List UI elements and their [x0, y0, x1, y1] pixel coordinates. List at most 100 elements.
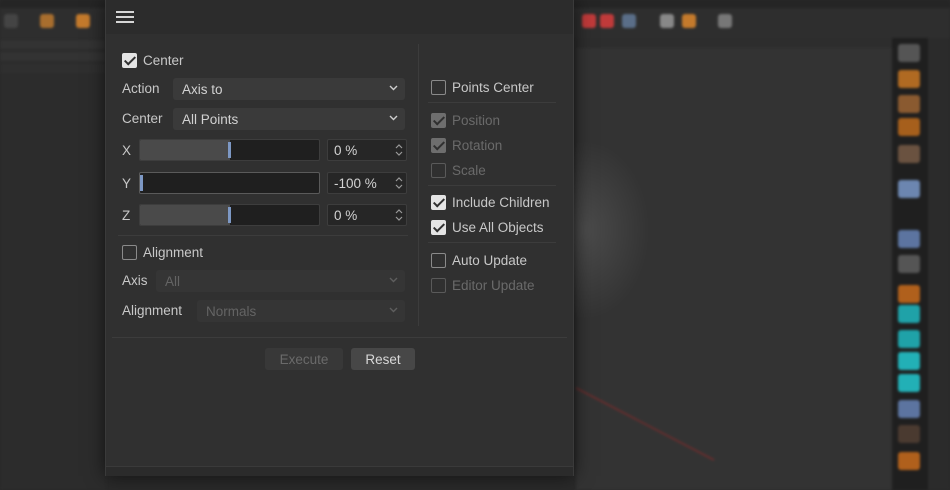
axis-dropdown[interactable]: All — [156, 270, 405, 292]
tool-strip-icon — [898, 95, 920, 113]
editor-update-label: Editor Update — [452, 278, 535, 293]
center-checkbox[interactable] — [122, 53, 137, 68]
option-points-center[interactable]: Points Center — [431, 80, 534, 95]
chevron-down-icon — [389, 307, 398, 313]
tool-strip-icon — [898, 352, 920, 370]
scale-checkbox[interactable] — [431, 163, 446, 178]
scale-label: Scale — [452, 163, 486, 178]
editor-update-checkbox[interactable] — [431, 278, 446, 293]
y-slider-handle[interactable] — [140, 175, 143, 191]
center-checkbox-row[interactable]: Center — [122, 53, 184, 68]
action-label: Action — [122, 81, 160, 96]
chevron-down-icon — [389, 277, 398, 283]
option-scale[interactable]: Scale — [431, 163, 486, 178]
x-value: 0 % — [334, 142, 358, 158]
x-slider-handle[interactable] — [227, 142, 231, 158]
background-left-row — [0, 40, 106, 49]
alignment-checkbox-label: Alignment — [143, 245, 204, 260]
z-label: Z — [122, 208, 131, 223]
rotation-label: Rotation — [452, 138, 503, 153]
axis-row: Axis — [122, 273, 148, 288]
option-position[interactable]: Position — [431, 113, 500, 128]
z-slider-fill — [140, 205, 230, 225]
use-all-objects-checkbox[interactable] — [431, 220, 446, 235]
tool-strip-icon — [898, 425, 920, 443]
tool-strip-icon — [898, 145, 920, 163]
y-label: Y — [122, 176, 132, 191]
background-left-row — [0, 52, 106, 61]
option-use-all-objects[interactable]: Use All Objects — [431, 220, 544, 235]
right-separator — [428, 102, 556, 103]
execute-button[interactable]: Execute — [265, 348, 343, 370]
tool-strip-icon — [898, 180, 920, 198]
z-slider-handle[interactable] — [227, 207, 231, 223]
spinner-arrows-icon[interactable] — [395, 176, 403, 190]
option-rotation[interactable]: Rotation — [431, 138, 502, 153]
y-value-field[interactable]: -100 % — [327, 172, 407, 194]
auto-update-label: Auto Update — [452, 253, 528, 268]
toolbar-icon — [600, 14, 614, 28]
background-left-panel — [0, 38, 106, 490]
position-checkbox[interactable] — [431, 113, 446, 128]
position-label: Position — [452, 113, 501, 128]
x-row: X — [122, 143, 131, 158]
rotation-checkbox[interactable] — [431, 138, 446, 153]
tool-strip-icon — [898, 452, 920, 470]
chevron-down-icon — [389, 85, 398, 91]
column-divider — [418, 44, 419, 326]
y-row: Y — [122, 176, 131, 191]
alignment-mode-label: Alignment — [122, 303, 183, 318]
left-separator — [118, 235, 408, 236]
z-slider[interactable] — [139, 204, 320, 226]
right-separator — [428, 242, 556, 243]
tool-strip-icon — [898, 230, 920, 248]
tool-strip-icon — [898, 285, 920, 303]
footer-separator — [112, 337, 567, 338]
action-dropdown-value: Axis to — [182, 81, 223, 97]
chevron-down-icon — [389, 115, 398, 121]
alignment-mode-dropdown-value: Normals — [206, 303, 257, 319]
toolbar-icon — [40, 14, 54, 28]
tool-strip-icon — [898, 255, 920, 273]
center-mode-dropdown[interactable]: All Points — [173, 108, 405, 130]
use-all-objects-label: Use All Objects — [452, 220, 544, 235]
tool-strip-icon — [898, 330, 920, 348]
x-value-field[interactable]: 0 % — [327, 139, 407, 161]
alignment-checkbox-row[interactable]: Alignment — [122, 245, 203, 260]
right-separator — [428, 185, 556, 186]
toolbar-icon — [582, 14, 596, 28]
alignment-checkbox[interactable] — [122, 245, 137, 260]
auto-update-checkbox[interactable] — [431, 253, 446, 268]
reset-button[interactable]: Reset — [351, 348, 415, 370]
z-value: 0 % — [334, 207, 358, 223]
option-include-children[interactable]: Include Children — [431, 195, 550, 210]
option-auto-update[interactable]: Auto Update — [431, 253, 527, 268]
hamburger-menu-icon[interactable] — [116, 11, 134, 23]
center-mode-row: Center — [122, 111, 163, 126]
alignment-mode-dropdown[interactable]: Normals — [197, 300, 405, 322]
dialog-bottom-bar — [106, 466, 573, 476]
toolbar-icon — [660, 14, 674, 28]
center-checkbox-label: Center — [143, 53, 184, 68]
spinner-arrows-icon[interactable] — [395, 208, 403, 222]
viewport-axis-line — [576, 387, 715, 461]
tool-strip-icon — [898, 44, 920, 62]
x-slider[interactable] — [139, 139, 320, 161]
axis-label: Axis — [122, 273, 148, 288]
y-slider[interactable] — [139, 172, 320, 194]
points-center-checkbox[interactable] — [431, 80, 446, 95]
spinner-arrows-icon[interactable] — [395, 143, 403, 157]
z-value-field[interactable]: 0 % — [327, 204, 407, 226]
action-dropdown[interactable]: Axis to — [173, 78, 405, 100]
center-axis-dialog: Center Action Axis to Center All Points … — [105, 0, 574, 476]
background-right-panel — [928, 38, 950, 490]
y-value: -100 % — [334, 175, 377, 191]
background-left-row — [0, 64, 106, 73]
include-children-checkbox[interactable] — [431, 195, 446, 210]
dialog-titlebar — [106, 0, 573, 34]
option-editor-update[interactable]: Editor Update — [431, 278, 535, 293]
points-center-label: Points Center — [452, 80, 534, 95]
tool-strip-icon — [898, 374, 920, 392]
toolbar-icon — [682, 14, 696, 28]
x-slider-fill — [140, 140, 230, 160]
